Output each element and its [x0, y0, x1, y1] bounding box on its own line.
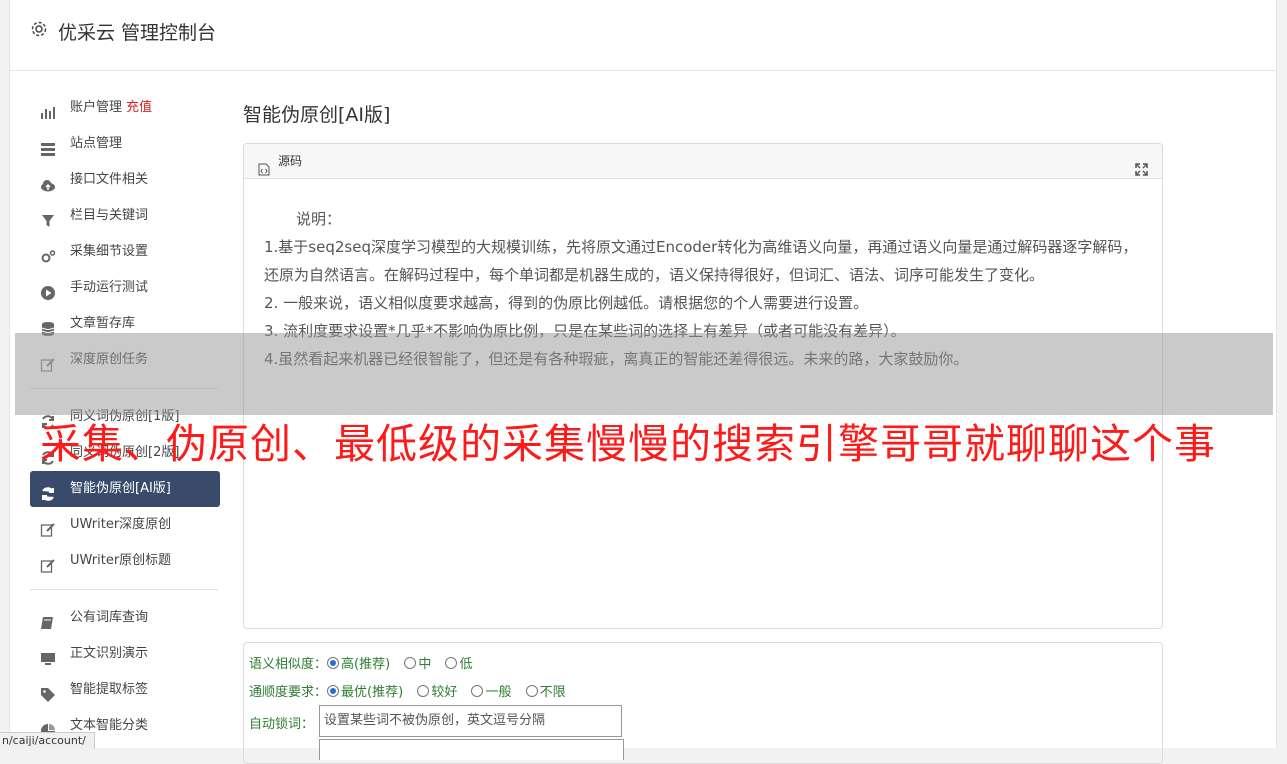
sidebar-item-label: 采集细节设置: [70, 244, 149, 259]
filter-icon: [40, 208, 56, 227]
sidebar-item-label: 智能伪原创[AI版]: [70, 481, 171, 496]
recharge-link[interactable]: 充值: [126, 100, 152, 115]
similarity-row: 语义相似度： 高(推荐) 中 低: [249, 653, 482, 672]
sidebar-item-text-recognition[interactable]: 正文识别演示: [30, 636, 220, 672]
fluency-best-radio[interactable]: 最优(推荐): [327, 681, 403, 700]
second-input[interactable]: [319, 739, 624, 760]
fluency-normal-radio[interactable]: 一般: [471, 681, 511, 700]
database-icon: [40, 316, 56, 336]
similarity-mid-radio[interactable]: 中: [404, 653, 431, 672]
sidebar-item-label: UWriter深度原创: [70, 517, 172, 532]
description-line: 1.基于seq2seq深度学习模型的大规模训练，先将原文通过Encoder转化为…: [264, 238, 1138, 284]
sidebar-item-uwriter-title[interactable]: UWriter原创标题: [30, 543, 220, 579]
status-bar-url: n/caiji/account/: [0, 732, 95, 749]
tag-icon: [40, 682, 56, 702]
panel-header: 源码: [244, 144, 1162, 179]
header: 优采云 管理控制台: [10, 0, 1276, 71]
sidebar-item-collect-settings[interactable]: 采集细节设置: [30, 234, 220, 270]
lock-label: 自动锁词：: [249, 717, 315, 732]
similarity-low-radio[interactable]: 低: [445, 653, 472, 672]
code-file-icon: [258, 155, 270, 176]
sidebar-item-tag-extraction[interactable]: 智能提取标签: [30, 672, 220, 708]
sidebar-item-label: 手动运行测试: [70, 280, 149, 295]
sidebar-item-ai-rewrite[interactable]: 智能伪原创[AI版]: [30, 471, 220, 507]
sidebar-item-label: 站点管理: [70, 136, 123, 151]
sidebar-item-columns-keywords[interactable]: 栏目与关键词: [30, 198, 220, 234]
sidebar-item-label: 接口文件相关: [70, 172, 149, 187]
sidebar-item-label: 文章暂存库: [70, 316, 136, 331]
sidebar-item-manual-test[interactable]: 手动运行测试: [30, 270, 220, 306]
sidebar-item-public-dictionary[interactable]: 公有词库查询: [30, 600, 220, 636]
description-line: 2. 一般来说，语义相似度要求越高，得到的伪原比例越低。请根据您的个人需要进行设…: [264, 294, 869, 312]
similarity-label: 语义相似度：: [249, 657, 328, 672]
sidebar-item-account[interactable]: 账户管理 充值: [30, 90, 220, 126]
page-title: 智能伪原创[AI版]: [243, 104, 391, 126]
overlay-headline: 采集、伪原创、最低级的采集慢慢的搜索引擎哥哥就聊聊这个事: [40, 420, 1216, 468]
intro-text: 说明：: [296, 210, 342, 228]
fluency-good-radio[interactable]: 较好: [417, 681, 457, 700]
fluency-label: 通顺度要求：: [249, 685, 328, 700]
monitor-icon: [40, 646, 56, 665]
play-circle-icon: [40, 280, 56, 300]
book-icon: [40, 610, 56, 629]
refresh-icon: [40, 481, 56, 501]
edit-icon: [40, 517, 56, 537]
server-icon: [40, 136, 56, 156]
sidebar-item-label: UWriter原创标题: [70, 553, 172, 568]
gears-icon: [40, 244, 56, 263]
sidebar-item-uwriter-deep[interactable]: UWriter深度原创: [30, 507, 220, 543]
panel-title: 源码: [278, 154, 303, 168]
fluency-row: 通顺度要求： 最优(推荐) 较好 一般 不限: [249, 681, 576, 700]
bar-chart-icon: [40, 100, 56, 119]
cloud-upload-icon: [40, 172, 56, 192]
settings-form: 语义相似度： 高(推荐) 中 低 通顺度要求： 最优(推荐) 较好 一般 不限 自动…: [243, 642, 1163, 764]
sidebar-item-label: 智能提取标签: [70, 682, 149, 697]
sidebar-item-label: 账户管理: [70, 100, 123, 115]
fluency-unlimited-radio[interactable]: 不限: [525, 681, 566, 700]
sidebar-item-label: 公有词库查询: [70, 610, 149, 625]
sidebar-item-label: 文本智能分类: [70, 718, 149, 733]
sidebar-item-label: 正文识别演示: [70, 646, 149, 661]
gear-icon[interactable]: [30, 20, 48, 38]
similarity-high-radio[interactable]: 高(推荐): [327, 653, 390, 672]
sidebar-item-sites[interactable]: 站点管理: [30, 126, 220, 162]
sidebar-item-interface-files[interactable]: 接口文件相关: [30, 162, 220, 198]
overlay-band: [15, 333, 1273, 415]
sidebar-item-label: 栏目与关键词: [70, 208, 149, 223]
expand-icon[interactable]: [1135, 155, 1148, 176]
lock-words-input[interactable]: 设置某些词不被伪原创，英文逗号分隔: [319, 705, 622, 737]
app-title: 优采云 管理控制台: [58, 22, 217, 44]
edit-icon: [40, 553, 56, 573]
sidebar-divider: [30, 589, 218, 590]
